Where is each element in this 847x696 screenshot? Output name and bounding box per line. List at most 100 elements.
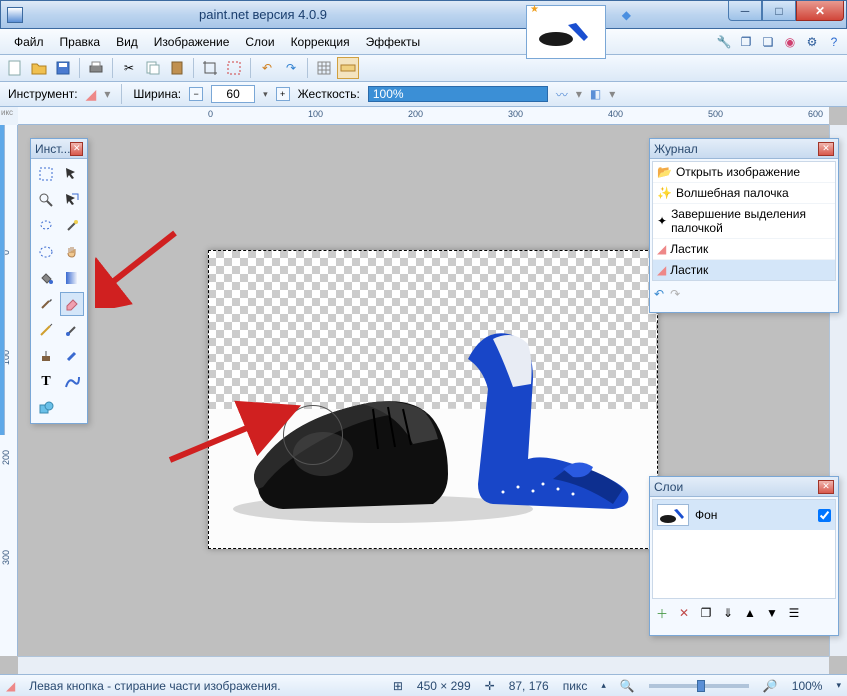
history-panel-title[interactable]: Журнал ✕ <box>650 139 838 159</box>
history-item[interactable]: ✨Волшебная палочка <box>653 183 835 204</box>
history-panel[interactable]: Журнал ✕ 📂Открыть изображение ✨Волшебная… <box>649 138 839 313</box>
add-layer-icon[interactable]: ＋ <box>653 604 671 622</box>
modified-star-icon: ★ <box>530 4 539 15</box>
tool-move-select[interactable] <box>60 162 84 186</box>
history-item[interactable]: ◢Ластик <box>653 260 835 281</box>
scrollbar-horizontal[interactable] <box>18 656 829 674</box>
ruler-button[interactable] <box>337 57 359 79</box>
tool-magic-wand[interactable] <box>60 214 84 238</box>
eraser-cursor <box>283 405 343 465</box>
duplicate-layer-icon[interactable]: ❐ <box>697 604 715 622</box>
paste-button[interactable] <box>166 57 188 79</box>
history-item[interactable]: ✦Завершение выделения палочкой <box>653 204 835 239</box>
print-button[interactable] <box>85 57 107 79</box>
status-unit[interactable]: пикс <box>563 679 588 693</box>
tool-zoom[interactable] <box>34 188 58 212</box>
close-button[interactable]: ✕ <box>796 1 844 21</box>
layer-item[interactable]: Фон <box>653 500 835 530</box>
copy-button[interactable] <box>142 57 164 79</box>
close-icon[interactable]: ✕ <box>818 480 834 494</box>
width-input[interactable] <box>211 85 255 103</box>
merge-down-icon[interactable]: ⇓ <box>719 604 737 622</box>
menu-layers[interactable]: Слои <box>237 31 282 53</box>
redo-button[interactable]: ↷ <box>280 57 302 79</box>
menu-effects[interactable]: Эффекты <box>358 31 429 53</box>
move-down-icon[interactable]: ▼ <box>763 604 781 622</box>
tool-paint-bucket[interactable] <box>34 266 58 290</box>
menu-right-icons: 🔧 ❐ ❏ ◉ ⚙ ? <box>715 33 843 51</box>
redo-icon[interactable]: ↷ <box>670 287 680 301</box>
zoom-out-icon[interactable]: 🔍 <box>620 679 635 693</box>
tool-eraser[interactable] <box>60 292 84 316</box>
undo-button[interactable]: ↶ <box>256 57 278 79</box>
zoom-in-icon[interactable]: 🔎 <box>763 679 778 693</box>
tool-brush[interactable] <box>34 292 58 316</box>
antialias-icon[interactable]: 〰 <box>556 86 568 103</box>
tools-panel[interactable]: Инст... ✕ T <box>30 138 88 424</box>
minimize-button[interactable]: ─ <box>728 1 762 21</box>
open-button[interactable] <box>28 57 50 79</box>
layer-name: Фон <box>695 508 717 522</box>
layer-props-icon[interactable]: ☰ <box>785 604 803 622</box>
tool-color-picker[interactable] <box>60 318 84 342</box>
layers-panel[interactable]: Слои ✕ Фон ＋ ✕ ❐ ⇓ ▲ ▼ ☰ <box>649 476 839 636</box>
wrench-icon[interactable]: 🔧 <box>715 33 733 51</box>
menu-adjustments[interactable]: Коррекция <box>283 31 358 53</box>
tool-gradient[interactable] <box>60 266 84 290</box>
maximize-button[interactable]: □ <box>762 1 796 21</box>
menu-image[interactable]: Изображение <box>146 31 238 53</box>
tool-ellipse-select[interactable] <box>34 240 58 264</box>
tool-pencil[interactable] <box>34 318 58 342</box>
menu-edit[interactable]: Правка <box>52 31 109 53</box>
windows-icon[interactable]: ❐ <box>737 33 755 51</box>
canvas-size-icon: ⊞ <box>393 679 403 693</box>
copy-icon[interactable]: ❏ <box>759 33 777 51</box>
canvas[interactable] <box>208 250 658 549</box>
tool-text[interactable]: T <box>34 370 58 394</box>
menu-file[interactable]: Файл <box>6 31 52 53</box>
close-icon[interactable]: ✕ <box>70 142 83 156</box>
grid-button[interactable] <box>313 57 335 79</box>
status-zoom[interactable]: 100% <box>792 679 823 693</box>
menu-view[interactable]: Вид <box>108 31 146 53</box>
gear-icon[interactable]: ⚙ <box>803 33 821 51</box>
document-thumbnail[interactable]: ★ ◆ <box>526 5 606 59</box>
window-title: paint.net версия 4.0.9 <box>199 7 327 22</box>
tools-panel-title[interactable]: Инст... ✕ <box>31 139 87 159</box>
delete-layer-icon[interactable]: ✕ <box>675 604 693 622</box>
help-icon[interactable]: ? <box>825 33 843 51</box>
close-icon[interactable]: ✕ <box>818 142 834 156</box>
crop-button[interactable] <box>199 57 221 79</box>
eraser-icon[interactable]: ◢ <box>86 86 97 103</box>
undo-icon[interactable]: ↶ <box>654 287 664 301</box>
layer-visible-checkbox[interactable] <box>818 509 831 522</box>
width-increase[interactable]: + <box>276 87 290 101</box>
save-button[interactable] <box>52 57 74 79</box>
zoom-slider[interactable] <box>649 684 749 688</box>
blend-icon[interactable]: ◧ <box>590 87 601 101</box>
move-up-icon[interactable]: ▲ <box>741 604 759 622</box>
history-item[interactable]: 📂Открыть изображение <box>653 162 835 183</box>
tool-options-bar: Инструмент: ◢ ▾ Ширина: − ▾ + Жесткость:… <box>0 82 847 107</box>
tool-rect-select[interactable] <box>34 162 58 186</box>
wand-icon: ✨ <box>657 186 672 200</box>
history-item[interactable]: ◢Ластик <box>653 239 835 260</box>
tool-shapes[interactable] <box>34 396 58 420</box>
ruler-horizontal[interactable]: 0 100 200 300 400 500 600 <box>18 107 829 125</box>
tool-pan[interactable] <box>60 240 84 264</box>
tool-line[interactable] <box>60 370 84 394</box>
pin-icon[interactable]: ◆ <box>622 8 631 22</box>
tool-lasso[interactable] <box>34 214 58 238</box>
width-decrease[interactable]: − <box>189 87 203 101</box>
tool-clone[interactable] <box>34 344 58 368</box>
status-hint: Левая кнопка - стирание части изображени… <box>29 679 280 693</box>
cut-button[interactable]: ✂ <box>118 57 140 79</box>
new-button[interactable] <box>4 57 26 79</box>
app-icon <box>7 7 23 23</box>
layers-panel-title[interactable]: Слои ✕ <box>650 477 838 497</box>
hardness-slider[interactable]: 100% <box>368 86 548 102</box>
tool-move-pixels[interactable] <box>60 188 84 212</box>
palette-icon[interactable]: ◉ <box>781 33 799 51</box>
deselect-button[interactable] <box>223 57 245 79</box>
tool-recolor[interactable] <box>60 344 84 368</box>
